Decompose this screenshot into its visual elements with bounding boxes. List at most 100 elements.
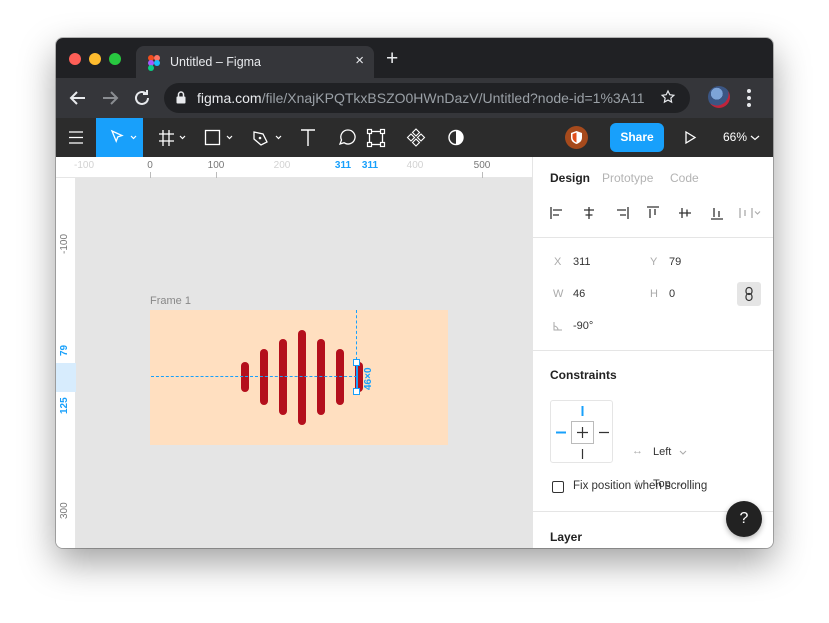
h-input[interactable]: 0 (669, 288, 675, 300)
components-icon[interactable] (404, 118, 428, 157)
layer-title: Layer (550, 530, 583, 544)
fix-position-checkbox[interactable] (552, 481, 564, 493)
ruler-label: -100 (73, 160, 95, 171)
resize-handle-bottom[interactable] (353, 388, 360, 395)
distribute-icon[interactable] (738, 205, 762, 221)
align-bottom-icon[interactable] (709, 205, 725, 221)
move-icon (110, 129, 137, 143)
url-host: figma.com (197, 90, 262, 106)
move-tool-button[interactable] (96, 118, 143, 157)
tab-prototype[interactable]: Prototype (602, 171, 653, 185)
component-icon[interactable] (364, 118, 388, 157)
ruler-label: 300 (59, 502, 70, 519)
play-icon[interactable] (678, 118, 702, 157)
reload-icon[interactable] (130, 86, 154, 110)
measurement-guide-horizontal (151, 376, 357, 377)
tab-code[interactable]: Code (670, 171, 699, 185)
browser-tab[interactable]: Untitled – Figma × (136, 46, 374, 78)
measurement-guide-vertical (356, 310, 357, 360)
figma-favicon-icon (148, 55, 160, 71)
ruler-selection-end: 311 (361, 160, 379, 171)
align-vertical-center-icon[interactable] (677, 205, 693, 221)
y-input[interactable]: 79 (669, 256, 681, 268)
x-input[interactable]: 311 (573, 256, 591, 268)
properties-panel: Design Prototype Code X 311 Y 79 W 46 H … (532, 157, 773, 548)
ruler-selection-end: 125 (59, 397, 70, 414)
constraints-diagram (556, 406, 609, 459)
constraints-widget[interactable] (550, 400, 613, 463)
dimension-badge: 46×0 (363, 367, 374, 390)
resize-handle-top[interactable] (353, 359, 360, 366)
frame-icon[interactable] (154, 118, 194, 157)
close-window-button[interactable] (69, 53, 81, 65)
forward-icon[interactable] (98, 86, 122, 110)
align-right-icon[interactable] (614, 205, 630, 221)
profile-avatar[interactable] (708, 86, 730, 108)
frame-1[interactable] (150, 310, 448, 445)
align-horizontal-center-icon[interactable] (581, 205, 597, 221)
ruler-label: 200 (273, 160, 291, 171)
browser-window: Untitled – Figma × + figma.com/file/Xnaj… (56, 38, 773, 548)
tab-title: Untitled – Figma (170, 55, 262, 69)
fix-position-label: Fix position when scrolling (573, 480, 708, 492)
url-path: /file/XnajKPQTkxBSZO0HWnDazV/Untitled?no… (261, 90, 645, 106)
chevron-down-icon[interactable] (749, 118, 761, 157)
comment-icon[interactable] (336, 118, 360, 157)
align-top-icon[interactable] (645, 205, 661, 221)
horizontal-ruler: -100 0 100 200 311 311 400 500 (56, 157, 532, 178)
back-icon[interactable] (66, 86, 90, 110)
ruler-label: 500 (473, 160, 491, 171)
x-label: X (554, 256, 562, 268)
link-icon (745, 286, 753, 302)
ruler-label: -100 (59, 233, 70, 254)
frame-name-label[interactable]: Frame 1 (150, 295, 191, 307)
tab-close-icon[interactable]: × (355, 52, 364, 70)
ruler-label: 100 (207, 160, 225, 171)
audio-bar[interactable] (317, 339, 325, 415)
help-button[interactable]: ? (726, 501, 762, 537)
constraints-title: Constraints (550, 368, 617, 382)
rotation-input[interactable]: -90° (573, 320, 593, 332)
chevron-down-icon[interactable] (679, 450, 687, 456)
new-tab-button[interactable]: + (386, 48, 398, 70)
horizontal-arrow-icon: ↔ (632, 445, 643, 457)
horizontal-constraint-dropdown[interactable]: Left (653, 446, 671, 458)
ruler-selection-start: 311 (334, 160, 352, 171)
user-avatar[interactable] (565, 126, 588, 149)
audio-bar[interactable] (298, 329, 306, 425)
pen-icon[interactable] (248, 118, 288, 157)
rotation-icon (553, 322, 562, 331)
divider (533, 350, 773, 351)
menu-icon[interactable] (66, 118, 86, 157)
h-label: H (650, 288, 658, 300)
figma-toolbar: Share 66% (56, 118, 773, 157)
shape-icon[interactable] (201, 118, 241, 157)
audio-bar[interactable] (279, 339, 287, 415)
ruler-tick (150, 172, 151, 178)
minimize-window-button[interactable] (89, 53, 101, 65)
ruler-tick (216, 172, 217, 178)
audio-bar[interactable] (241, 362, 249, 392)
lock-icon (176, 91, 186, 104)
more-menu-icon[interactable] (746, 88, 752, 108)
y-label: Y (650, 256, 658, 268)
text-icon[interactable] (296, 118, 320, 157)
ruler-label: 400 (406, 160, 424, 171)
zoom-level[interactable]: 66% (723, 130, 747, 144)
tab-design[interactable]: Design (550, 171, 590, 185)
design-canvas[interactable]: -100 0 100 200 311 311 400 500 -100 79 1… (56, 157, 532, 548)
url-text: figma.com/file/XnajKPQTkxBSZO0HWnDazV/Un… (197, 90, 645, 106)
w-input[interactable]: 46 (573, 288, 585, 300)
audio-bar[interactable] (260, 349, 268, 405)
w-label: W (553, 288, 564, 300)
audio-bar[interactable] (336, 349, 344, 405)
divider (533, 237, 773, 238)
mask-icon[interactable] (444, 118, 468, 157)
address-bar[interactable]: figma.com/file/XnajKPQTkxBSZO0HWnDazV/Un… (164, 83, 690, 113)
shield-icon (571, 131, 582, 144)
bookmark-star-icon[interactable] (660, 89, 676, 105)
align-left-icon[interactable] (549, 205, 565, 221)
share-button[interactable]: Share (610, 123, 664, 152)
zoom-window-button[interactable] (109, 53, 121, 65)
constrain-proportions-button[interactable] (737, 282, 761, 306)
